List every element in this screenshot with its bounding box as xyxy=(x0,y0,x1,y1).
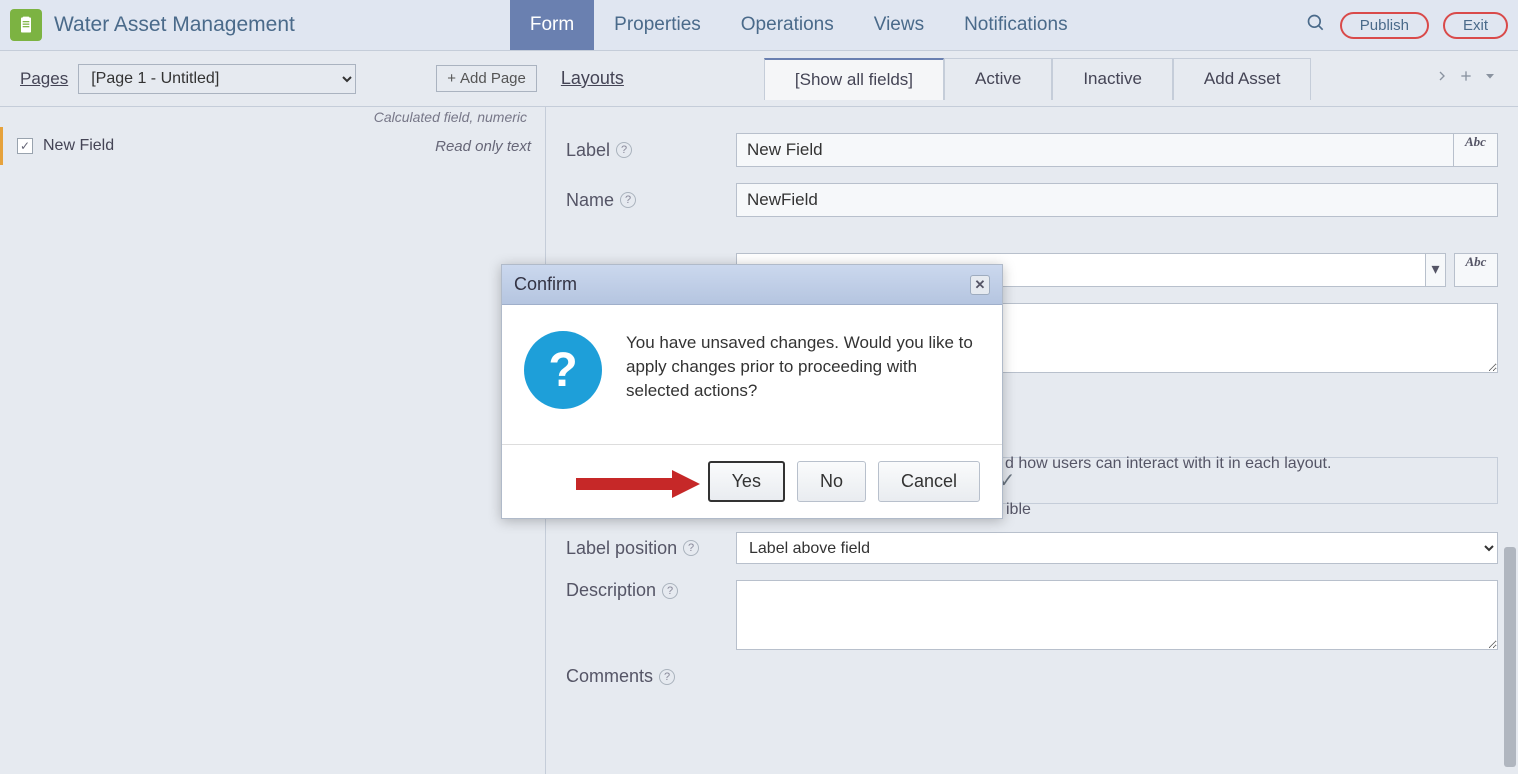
name-label: Name ? xyxy=(566,190,736,211)
comments-text: Comments xyxy=(566,666,653,687)
field-name: New Field xyxy=(43,137,114,155)
label-label: Label ? xyxy=(566,140,736,161)
abc-button[interactable]: Abc xyxy=(1454,133,1498,167)
tab-form[interactable]: Form xyxy=(510,0,594,50)
layout-tab-addasset[interactable]: Add Asset xyxy=(1173,58,1312,100)
dialog-message: You have unsaved changes. Would you like… xyxy=(626,331,980,418)
pages-label[interactable]: Pages xyxy=(20,69,68,89)
label-text: Label xyxy=(566,140,610,161)
help-icon[interactable]: ? xyxy=(683,540,699,556)
checkbox-icon[interactable]: ✓ xyxy=(17,138,33,154)
question-icon: ? xyxy=(524,331,602,409)
plus-icon[interactable] xyxy=(1458,68,1474,89)
row-label: Label ? Abc xyxy=(546,125,1518,175)
left-panel: Calculated field, numeric ✓ New Field Re… xyxy=(0,107,546,774)
help-icon[interactable]: ? xyxy=(616,142,632,158)
top-right: Publish Exit xyxy=(1306,12,1508,39)
confirm-dialog: Confirm ✕ ? You have unsaved changes. Wo… xyxy=(501,264,1003,519)
scrollbar[interactable] xyxy=(1502,107,1518,774)
label-position-text: Label position xyxy=(566,538,677,559)
scrollbar-thumb[interactable] xyxy=(1504,547,1516,767)
exit-button[interactable]: Exit xyxy=(1443,12,1508,39)
publish-button[interactable]: Publish xyxy=(1340,12,1429,39)
row-label-position: Label position ? Label above field xyxy=(546,524,1518,572)
chevron-down-icon[interactable]: ▾ xyxy=(1426,253,1446,287)
description-label: Description ? xyxy=(566,580,736,601)
label-position-label: Label position ? xyxy=(566,538,736,559)
layout-tab-showall[interactable]: [Show all fields] xyxy=(764,58,944,100)
add-page-button[interactable]: + Add Page xyxy=(436,65,537,92)
toolbar: Pages [Page 1 - Untitled] + Add Page Lay… xyxy=(0,51,1518,107)
app-icon xyxy=(10,9,42,41)
tab-properties[interactable]: Properties xyxy=(594,0,721,50)
tab-notifications[interactable]: Notifications xyxy=(944,0,1088,50)
close-icon[interactable]: ✕ xyxy=(970,275,990,295)
chevron-down-icon[interactable] xyxy=(1482,68,1498,89)
help-icon[interactable]: ? xyxy=(620,192,636,208)
help-icon[interactable]: ? xyxy=(659,669,675,685)
app-title: Water Asset Management xyxy=(54,13,295,37)
row-description: Description ? xyxy=(546,572,1518,658)
toolbar-actions xyxy=(1434,68,1498,89)
add-page-label: Add Page xyxy=(460,70,526,87)
layout-tabs: [Show all fields] Active Inactive Add As… xyxy=(764,58,1312,100)
dialog-header: Confirm ✕ xyxy=(502,265,1002,305)
dialog-title: Confirm xyxy=(514,274,577,295)
layout-tab-active[interactable]: Active xyxy=(944,58,1052,100)
no-button[interactable]: No xyxy=(797,461,866,502)
layouts-link[interactable]: Layouts xyxy=(561,68,624,89)
pages-select[interactable]: [Page 1 - Untitled] xyxy=(78,64,356,94)
label-input[interactable] xyxy=(736,133,1454,167)
description-textarea[interactable] xyxy=(736,580,1498,650)
tab-views[interactable]: Views xyxy=(854,0,944,50)
yes-button[interactable]: Yes xyxy=(708,461,785,502)
layout-hint-partial: d how users can interact with it in each… xyxy=(1005,455,1331,473)
col-header-partial: ible xyxy=(1006,501,1031,519)
abc-button[interactable]: Abc xyxy=(1454,253,1498,287)
layout-tab-inactive[interactable]: Inactive xyxy=(1052,58,1173,100)
top-tabs: Form Properties Operations Views Notific… xyxy=(510,0,1088,50)
comments-label: Comments ? xyxy=(566,666,736,687)
label-position-select[interactable]: Label above field xyxy=(736,532,1498,564)
top-bar: Water Asset Management Form Properties O… xyxy=(0,0,1518,51)
row-comments: Comments ? xyxy=(546,658,1518,695)
plus-icon: + xyxy=(447,70,456,87)
dialog-body: ? You have unsaved changes. Would you li… xyxy=(502,305,1002,445)
dialog-footer: Yes No Cancel xyxy=(502,445,1002,518)
help-icon[interactable]: ? xyxy=(662,583,678,599)
row-name: Name ? xyxy=(546,175,1518,225)
calc-field-hint: Calculated field, numeric xyxy=(0,107,545,127)
name-input[interactable] xyxy=(736,183,1498,217)
description-text: Description xyxy=(566,580,656,601)
tab-operations[interactable]: Operations xyxy=(721,0,854,50)
chevron-right-icon[interactable] xyxy=(1434,68,1450,89)
search-icon[interactable] xyxy=(1306,13,1326,38)
cancel-button[interactable]: Cancel xyxy=(878,461,980,502)
field-type: Read only text xyxy=(435,138,531,155)
name-text: Name xyxy=(566,190,614,211)
field-row[interactable]: ✓ New Field Read only text xyxy=(0,127,545,165)
